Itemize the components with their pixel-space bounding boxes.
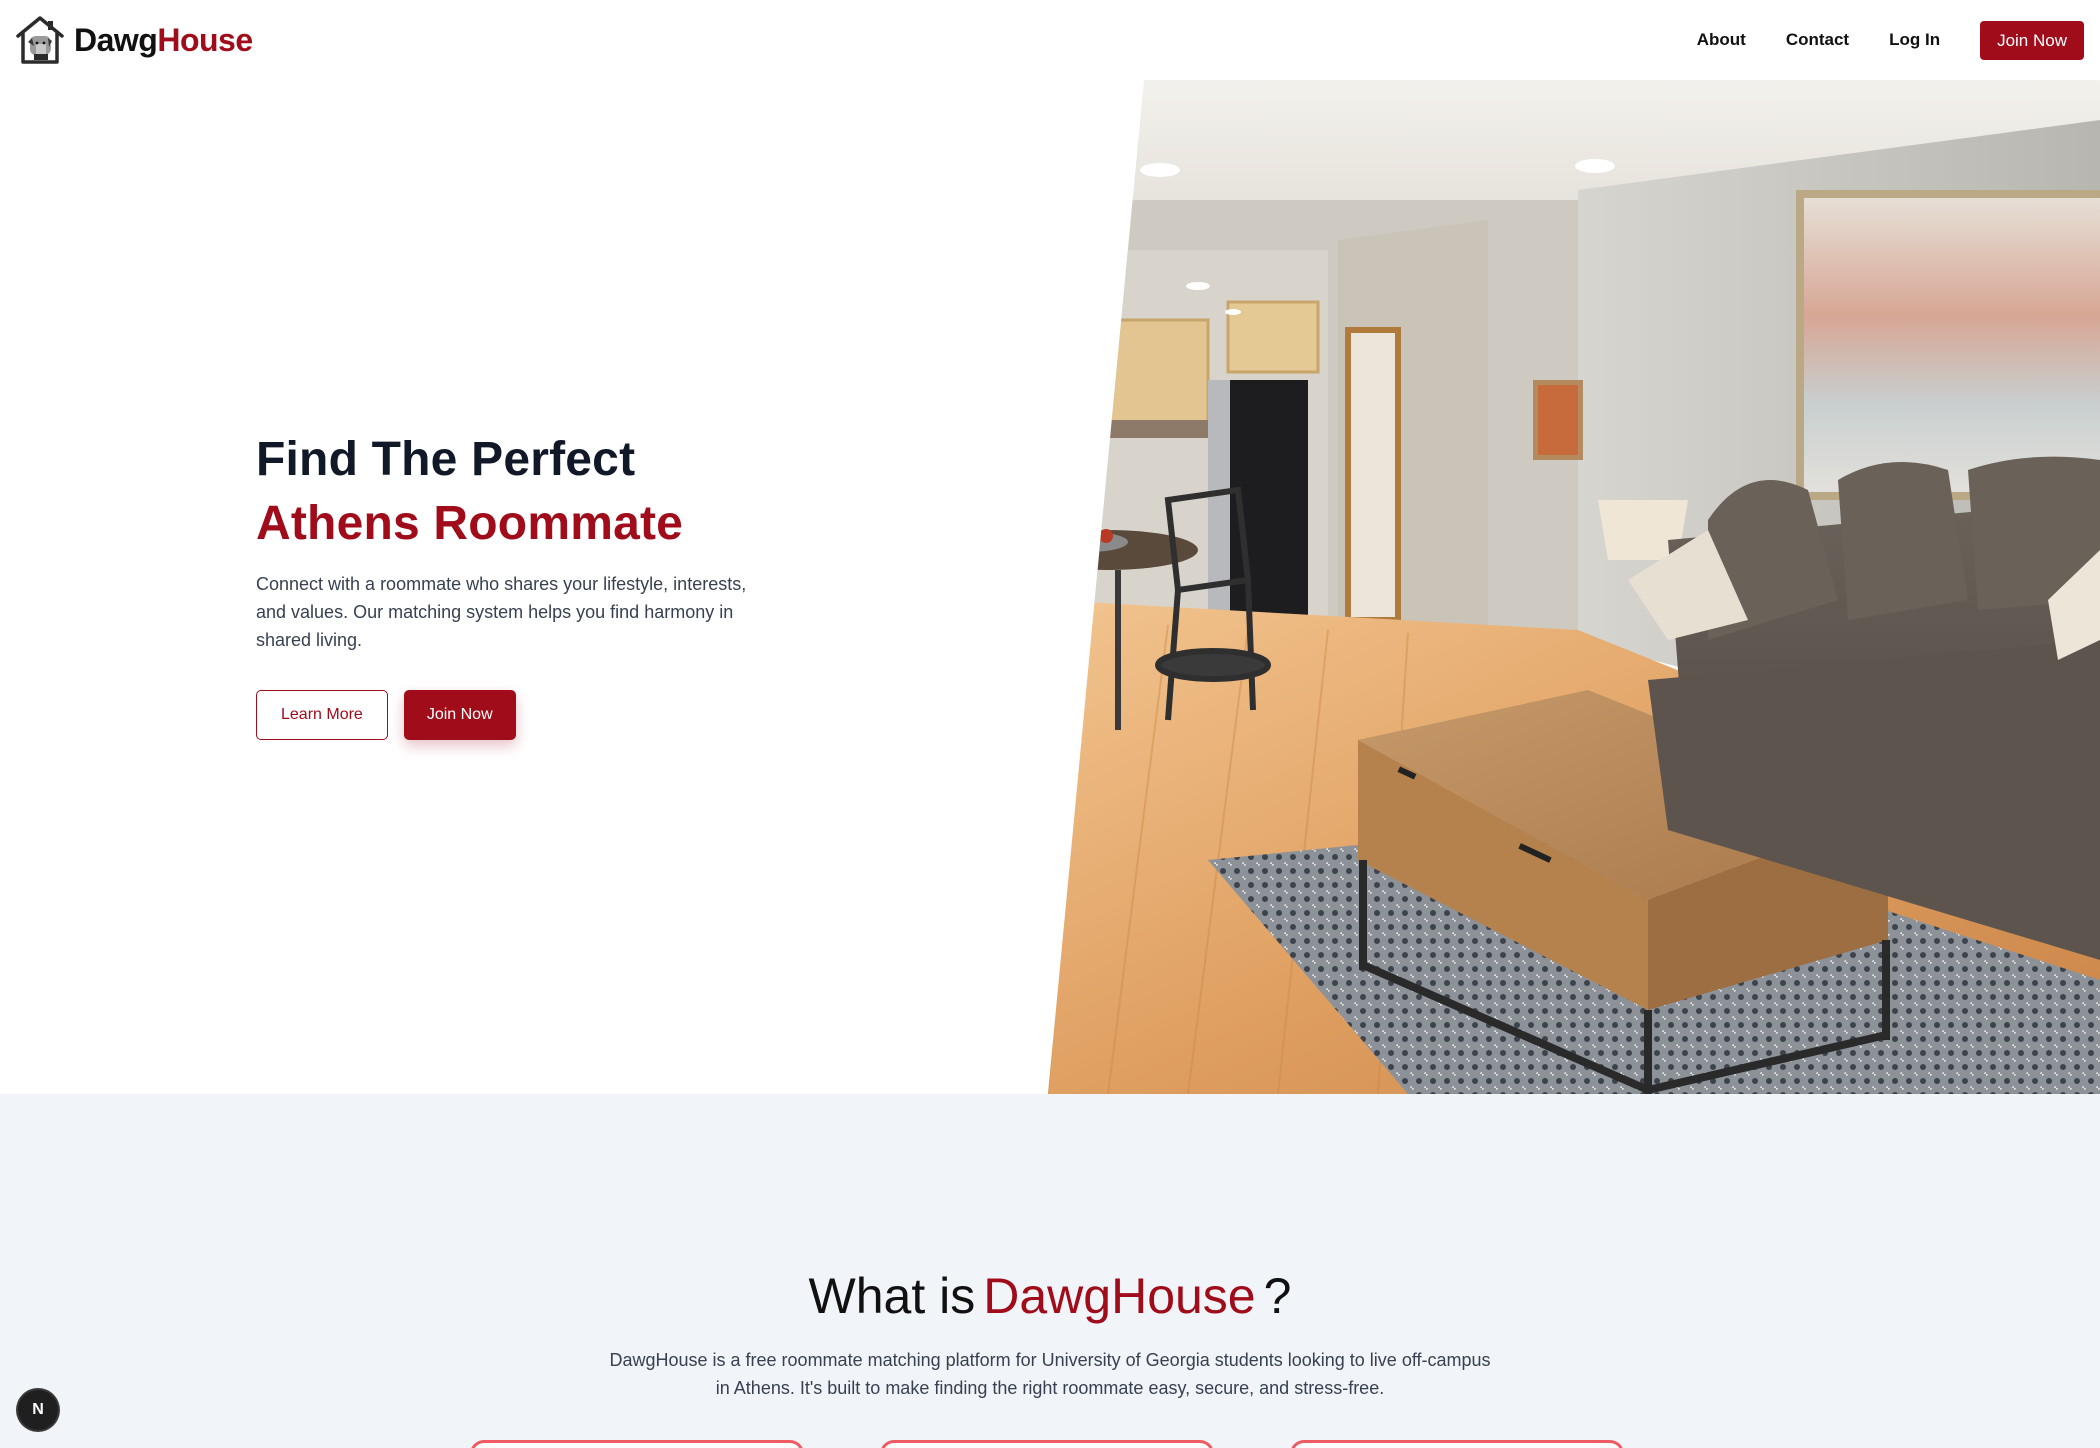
about-title: What is DawgHouse?: [0, 1266, 2100, 1326]
nav-link-about[interactable]: About: [1697, 30, 1746, 50]
nav-join-now-button[interactable]: Join Now: [1980, 20, 2084, 60]
hero-content: Find The Perfect Athens Roommate Connect…: [256, 428, 776, 740]
nav-link-login[interactable]: Log In: [1889, 30, 1940, 50]
hero-title-line1: Find The Perfect: [256, 433, 636, 486]
hero-description: Connect with a roommate who shares your …: [256, 574, 747, 650]
dev-tools-indicator[interactable]: N: [18, 1390, 58, 1430]
house-dog-logo-icon: [16, 16, 64, 64]
feature-card: [470, 1440, 804, 1448]
navbar: DawgHouse About Contact Log In Join Now: [0, 0, 2100, 80]
hero-title: Find The Perfect Athens Roommate: [256, 428, 776, 556]
feature-cards: [470, 1440, 1700, 1448]
brand-name-part1: Dawg: [74, 22, 158, 58]
nav-link-contact[interactable]: Contact: [1786, 30, 1849, 50]
about-section: What is DawgHouse? DawgHouse is a free ro…: [0, 1094, 2100, 1448]
hero-title-line2: Athens Roommate: [256, 497, 684, 550]
about-title-suffix: ?: [1263, 1268, 1292, 1324]
brand-logo-link[interactable]: DawgHouse: [14, 14, 253, 66]
living-room-photo: [1048, 80, 2100, 1094]
hero-join-now-button[interactable]: Join Now: [403, 690, 516, 740]
brand-name-part2: House: [157, 22, 253, 58]
hero-section: Find The Perfect Athens Roommate Connect…: [0, 80, 2100, 1094]
dev-indicator-label: N: [32, 1401, 44, 1418]
hero-buttons: Learn More Join Now: [256, 690, 776, 740]
feature-card: [1290, 1440, 1624, 1448]
brand-name: DawgHouse: [74, 24, 253, 56]
about-title-prefix: What is: [808, 1268, 976, 1324]
about-description: DawgHouse is a free roommate matching pl…: [609, 1350, 1491, 1398]
learn-more-button[interactable]: Learn More: [256, 690, 388, 740]
living-room-illustration: [1048, 80, 2100, 1094]
nav-links: About Contact Log In Join Now: [1697, 20, 2084, 60]
feature-card: [880, 1440, 1214, 1448]
about-title-brand: DawgHouse: [983, 1268, 1256, 1324]
